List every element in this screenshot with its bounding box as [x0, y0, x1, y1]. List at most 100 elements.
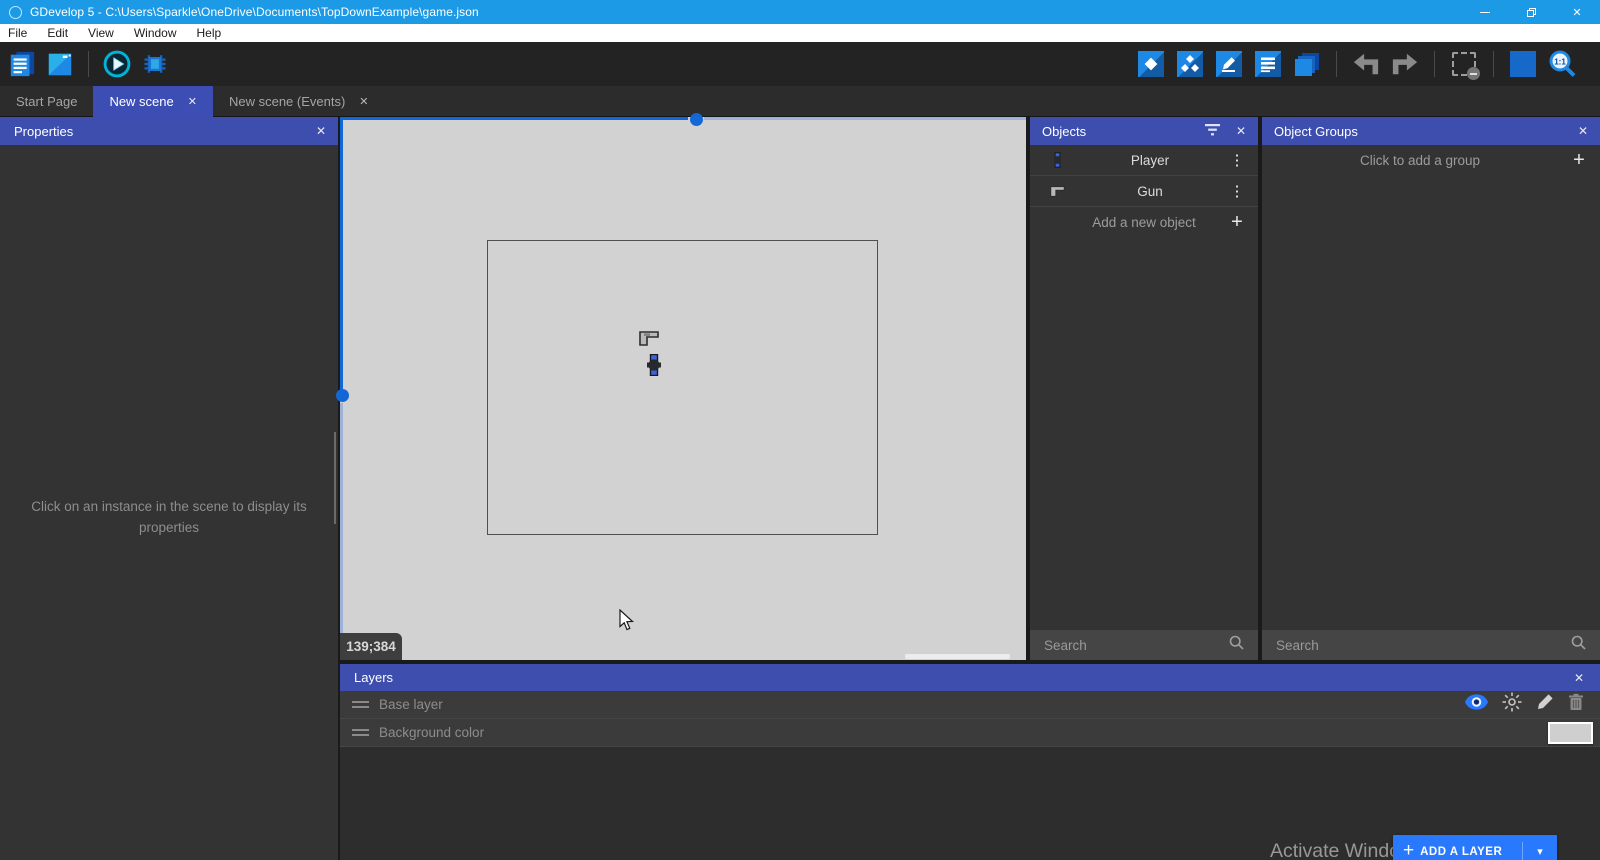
tab-label: New scene [109, 94, 173, 109]
drag-handle-icon[interactable] [352, 729, 369, 736]
menu-window[interactable]: Window [124, 24, 187, 42]
layer-name: Background color [379, 725, 484, 740]
tab-start-page[interactable]: Start Page [0, 86, 93, 117]
toolbar: 1:1 [0, 42, 1600, 86]
layer-row-background-color[interactable]: Background color [340, 719, 1600, 747]
objects-panel-icon[interactable] [1137, 50, 1165, 78]
object-name: Player [1074, 153, 1226, 168]
background-color-swatch[interactable] [1548, 722, 1593, 744]
properties-scrollbar[interactable] [334, 432, 336, 524]
debug-icon[interactable] [141, 50, 169, 78]
close-icon: ✕ [1572, 6, 1581, 19]
horizontal-scrollbar-track[interactable] [704, 117, 1026, 120]
object-menu-icon[interactable]: ⋮ [1226, 182, 1248, 200]
toolbar-separator [88, 51, 89, 77]
tabbar: Start Page New scene ✕ New scene (Events… [0, 86, 1600, 117]
layer-effects-icon[interactable] [1502, 692, 1522, 717]
layers-panel-header: Layers ✕ [340, 664, 1600, 691]
toolbar-separator [1336, 51, 1337, 77]
toolbar-separator [1493, 51, 1494, 77]
vertical-scrollbar-thumb[interactable] [336, 389, 349, 402]
menu-help[interactable]: Help [187, 24, 232, 42]
panel-title: Properties [14, 124, 73, 139]
object-groups-panel-icon[interactable] [1176, 50, 1204, 78]
layer-row-base[interactable]: Base layer [340, 691, 1600, 719]
svg-text:1:1: 1:1 [1554, 58, 1566, 67]
restore-button[interactable] [1508, 0, 1554, 24]
minimize-button[interactable] [1462, 0, 1508, 24]
restore-icon [1527, 8, 1536, 17]
drag-handle-icon[interactable] [352, 701, 369, 708]
chevron-down-icon[interactable]: ▾ [1523, 845, 1557, 858]
undo-icon[interactable] [1352, 50, 1380, 78]
close-panel-icon[interactable]: ✕ [1236, 124, 1246, 138]
objects-search-input[interactable] [1044, 638, 1229, 653]
player-object-icon [1040, 152, 1074, 168]
game-window-bounds [487, 240, 878, 535]
object-row-gun[interactable]: Gun ⋮ [1030, 176, 1258, 207]
gun-instance[interactable] [638, 330, 660, 352]
close-panel-icon[interactable]: ✕ [1578, 124, 1588, 138]
tab-label: Start Page [16, 94, 77, 109]
menu-view[interactable]: View [78, 24, 124, 42]
instances-list-icon[interactable] [1254, 50, 1282, 78]
add-new-object-button[interactable]: Add a new object + [1030, 207, 1258, 238]
delete-selection-icon[interactable] [1450, 50, 1478, 78]
play-icon[interactable] [103, 50, 131, 78]
tab-close-icon[interactable]: ✕ [188, 95, 197, 108]
instance-properties-icon[interactable] [1215, 50, 1243, 78]
layer-delete-icon[interactable] [1568, 693, 1584, 716]
player-instance[interactable] [646, 354, 662, 381]
cursor-coordinates-badge: 139;384 [340, 633, 402, 660]
horizontal-scrollbar-thumb[interactable] [690, 113, 703, 126]
panel-title: Objects [1042, 124, 1086, 139]
canvas-bottom-scrollbar-thumb[interactable] [905, 654, 1010, 659]
gdevelop-window: GDevelop 5 - C:\Users\Sparkle\OneDrive\D… [0, 0, 1600, 860]
tab-new-scene[interactable]: New scene ✕ [93, 86, 213, 117]
scene-window-icon[interactable] [46, 50, 74, 78]
vertical-scrollbar-track[interactable] [340, 117, 343, 390]
filter-icon[interactable] [1205, 124, 1220, 139]
menu-file[interactable]: File [0, 24, 37, 42]
object-menu-icon[interactable]: ⋮ [1226, 151, 1248, 169]
gun-object-icon [1040, 185, 1074, 198]
search-icon [1571, 635, 1586, 655]
tab-label: New scene (Events) [229, 94, 345, 109]
mouse-cursor-icon [618, 609, 634, 636]
layers-panel-footer: Activate Windows Go to Settings to activ… [340, 747, 1600, 860]
titlebar: GDevelop 5 - C:\Users\Sparkle\OneDrive\D… [0, 0, 1600, 24]
objects-search-row [1030, 630, 1258, 660]
groups-search-input[interactable] [1276, 638, 1571, 653]
grid-icon[interactable] [1509, 50, 1537, 78]
objects-panel: Objects ✕ Player ⋮ Gun ⋮ Add a new objec… [1030, 117, 1258, 660]
gdevelop-logo-icon [9, 6, 22, 19]
layer-edit-icon[interactable] [1536, 693, 1554, 716]
tab-new-scene-events[interactable]: New scene (Events) ✕ [213, 86, 385, 117]
object-groups-panel: Object Groups ✕ Click to add a group + [1262, 117, 1600, 660]
close-panel-icon[interactable]: ✕ [316, 124, 326, 138]
menu-edit[interactable]: Edit [37, 24, 78, 42]
add-group-button[interactable]: Click to add a group + [1262, 145, 1600, 176]
layers-panel: Layers ✕ Base layer [340, 664, 1600, 860]
vertical-scrollbar-track[interactable] [340, 403, 343, 660]
close-panel-icon[interactable]: ✕ [1574, 671, 1584, 685]
panel-title: Object Groups [1274, 124, 1358, 139]
object-groups-panel-header: Object Groups ✕ [1262, 117, 1600, 145]
close-button[interactable]: ✕ [1554, 0, 1600, 24]
groups-search-row [1262, 630, 1600, 660]
objects-panel-header: Objects ✕ [1030, 117, 1258, 145]
minimize-icon [1480, 12, 1490, 13]
scene-canvas[interactable]: 139;384 [340, 117, 1026, 660]
redo-icon[interactable] [1391, 50, 1419, 78]
horizontal-scrollbar-track[interactable] [340, 117, 688, 120]
project-manager-icon[interactable] [8, 50, 36, 78]
properties-panel: Properties ✕ Click on an instance in the… [0, 117, 338, 860]
layers-panel-icon[interactable] [1293, 50, 1321, 78]
add-a-layer-button[interactable]: + ADD A LAYER ▾ [1393, 835, 1557, 860]
search-icon [1229, 635, 1244, 655]
layer-visibility-icon[interactable] [1465, 694, 1488, 715]
plus-icon: + [1568, 149, 1590, 172]
tab-close-icon[interactable]: ✕ [359, 95, 368, 108]
object-row-player[interactable]: Player ⋮ [1030, 145, 1258, 176]
zoom-1-1-icon[interactable]: 1:1 [1548, 50, 1576, 78]
